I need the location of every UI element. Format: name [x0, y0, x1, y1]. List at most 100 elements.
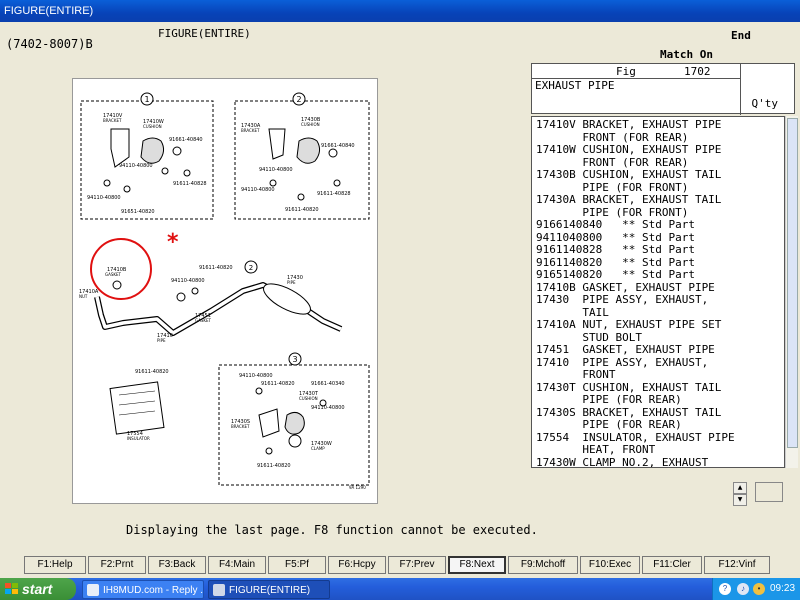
divider	[740, 64, 741, 115]
list-item[interactable]: 17554 INSULATOR, EXHAUST PIPE	[536, 431, 735, 444]
list-item[interactable]: 17430T CUSHION, EXHAUST TAIL	[536, 381, 721, 394]
callout-2-small-label: 2	[249, 264, 253, 272]
f3-back-button[interactable]: F3:Back	[148, 556, 206, 574]
list-item[interactable]: PIPE (FOR FRONT)	[536, 206, 688, 219]
f2-print-button[interactable]: F2:Prnt	[88, 556, 146, 574]
diag-label: 94110-40800	[311, 405, 345, 411]
clamp-17430W	[288, 434, 302, 448]
parts-diagram[interactable]: 1 17410V BRACKET 17410W CUSHION 91661-40…	[72, 78, 378, 504]
list-item[interactable]: 17430S BRACKET, EXHAUST TAIL	[536, 406, 721, 419]
nut-part	[255, 387, 263, 395]
diag-label: GASKET	[105, 272, 122, 277]
f9-matchoff-button[interactable]: F9:Mchoff	[508, 556, 578, 574]
list-item[interactable]: 9161140820 ** Std Part	[536, 256, 695, 269]
list-item[interactable]: 17430B CUSHION, EXHAUST TAIL	[536, 169, 721, 181]
parts-list-scrollbar[interactable]	[785, 116, 798, 468]
figure-info-panel: Fig 1702 EXHAUST PIPE Q'ty	[531, 63, 795, 115]
qty-label: Q'ty	[751, 97, 779, 110]
match-indicator: Match On	[660, 48, 713, 61]
diag-label: NUT	[79, 294, 88, 299]
diag-label: 91661-40840	[321, 143, 355, 149]
list-item[interactable]: 17430 PIPE ASSY, EXHAUST,	[536, 294, 708, 306]
f7-prev-button[interactable]: F7:Prev	[388, 556, 446, 574]
model-code: (7402-8007)B	[6, 37, 93, 51]
parts-list[interactable]: 17410V BRACKET, EXHAUST PIPE FRONT (FOR …	[531, 116, 785, 468]
taskbar-item-browser[interactable]: IH8MUD.com - Reply ...	[82, 580, 204, 599]
list-item[interactable]: 17410A NUT, EXHAUST PIPE SET	[536, 319, 721, 331]
list-item[interactable]: PIPE (FOR REAR)	[536, 419, 681, 431]
help-icon[interactable]: ?	[719, 583, 731, 595]
status-message: Displaying the last page. F8 function ca…	[126, 523, 538, 537]
list-item[interactable]: 17410 PIPE ASSY, EXHAUST,	[536, 356, 708, 369]
bracket-17430S	[258, 408, 280, 438]
list-item[interactable]: 17430W CLAMP NO.2, EXHAUST	[536, 456, 708, 467]
qty-spinner[interactable]: ▲ ▼	[733, 482, 747, 506]
f5-pf-button[interactable]: F5:Pf	[268, 556, 326, 574]
scrollbar-thumb[interactable]	[787, 118, 798, 448]
list-item[interactable]: FRONT (FOR REAR)	[536, 131, 688, 144]
bolt-part	[265, 447, 273, 455]
diag-label: 94110-40800	[259, 167, 293, 173]
diag-label: 91611-40828	[173, 181, 207, 187]
spin-up-button[interactable]: ▲	[733, 482, 747, 494]
diag-label: PIPE	[157, 338, 166, 343]
list-item[interactable]: PIPE (FOR REAR)	[536, 394, 681, 406]
app-icon	[213, 584, 225, 596]
list-item[interactable]: 9165140820 ** Std Part	[536, 269, 695, 281]
f11-clear-button[interactable]: F11:Cler	[642, 556, 702, 574]
diag-label: 91661-40340	[311, 381, 345, 387]
bolt-part	[123, 185, 131, 193]
title-bar[interactable]: FIGURE(ENTIRE)	[0, 0, 800, 22]
list-item[interactable]: 17410V BRACKET, EXHAUST PIPE	[536, 119, 721, 131]
diag-label: 94110-40800	[241, 187, 275, 193]
diag-label: 91611-40820	[199, 265, 233, 271]
list-item[interactable]: HEAT, FRONT	[536, 444, 655, 456]
diag-label: 91611-40820	[257, 463, 291, 469]
diag-label: CLAMP	[311, 446, 325, 451]
list-item[interactable]: 17410B GASKET, EXHAUST PIPE	[536, 281, 715, 294]
start-button[interactable]: start	[0, 578, 76, 600]
qty-field[interactable]	[755, 482, 783, 502]
cushion-17430T	[284, 411, 305, 435]
diag-label: 94110-40800	[119, 163, 153, 169]
diag-label: 91611-40820	[285, 207, 319, 213]
exhaust-diagram-svg: 1 17410V BRACKET 17410W CUSHION 91661-40…	[79, 92, 370, 490]
bolt-part	[269, 179, 277, 187]
insulator-17554	[109, 381, 165, 435]
diag-label: 91611-40820	[135, 369, 169, 375]
list-item[interactable]: FRONT	[536, 369, 615, 381]
f6-hardcopy-button[interactable]: F6:Hcpy	[328, 556, 386, 574]
spin-down-button[interactable]: ▼	[733, 494, 747, 506]
list-item[interactable]: PIPE (FOR FRONT)	[536, 181, 688, 194]
f10-exec-button[interactable]: F10:Exec	[580, 556, 640, 574]
system-tray: ? ♪ • 09:23	[712, 578, 800, 600]
diag-label: BRACKET	[231, 424, 250, 429]
list-item[interactable]: 17451 GASKET, EXHAUST PIPE	[536, 344, 715, 356]
nut-part	[183, 169, 191, 177]
callout-2-label: 2	[296, 95, 301, 104]
list-item[interactable]: 9166140840 ** Std Part	[536, 219, 695, 231]
nut-part	[103, 179, 111, 187]
diag-label: GASKET	[195, 318, 212, 323]
f1-help-button[interactable]: F1:Help	[24, 556, 86, 574]
fig-label: Fig	[616, 65, 636, 78]
list-item[interactable]: 9411040800 ** Std Part	[536, 231, 695, 244]
list-item[interactable]: 17410W CUSHION, EXHAUST PIPE	[536, 144, 721, 156]
f8-next-button[interactable]: F8:Next	[448, 556, 506, 574]
network-icon[interactable]: •	[753, 583, 765, 595]
list-item[interactable]: STUD BOLT	[536, 331, 642, 344]
red-asterisk: *	[167, 230, 179, 255]
windows-logo-icon	[5, 583, 18, 595]
volume-icon[interactable]: ♪	[737, 583, 749, 595]
list-item[interactable]: TAIL	[536, 306, 609, 319]
window-title: FIGURE(ENTIRE)	[4, 5, 94, 17]
diag-label: CUSHION	[299, 396, 318, 401]
f4-main-button[interactable]: F4:Main	[208, 556, 266, 574]
list-item[interactable]: FRONT (FOR REAR)	[536, 156, 688, 169]
taskbar-item-figure[interactable]: FIGURE(ENTIRE)	[208, 580, 330, 599]
list-item[interactable]: 9161140828 ** Std Part	[536, 244, 695, 256]
list-item[interactable]: 17430A BRACKET, EXHAUST TAIL	[536, 194, 721, 206]
taskbar-item-label: IH8MUD.com - Reply ...	[103, 585, 204, 596]
nut-part	[297, 193, 305, 201]
f12-vinf-button[interactable]: F12:Vinf	[704, 556, 770, 574]
